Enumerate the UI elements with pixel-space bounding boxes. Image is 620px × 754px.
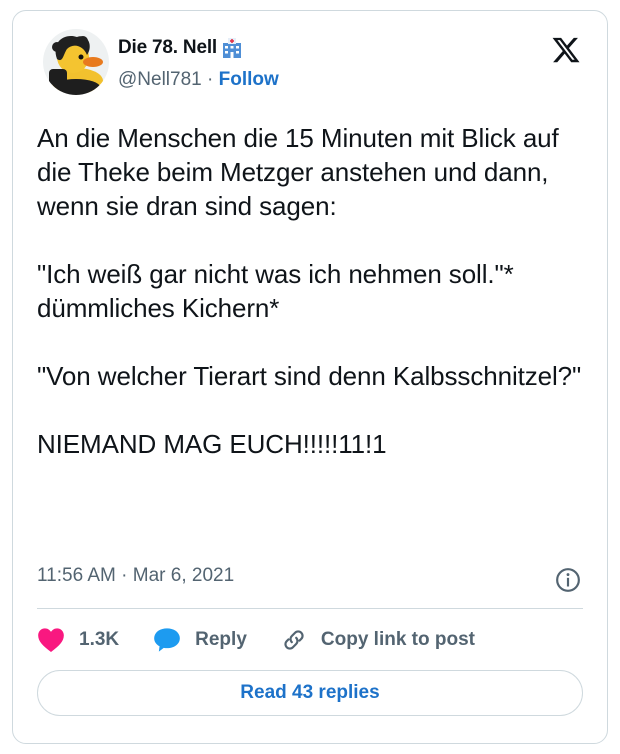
reply-label: Reply [195,629,247,650]
link-icon [284,630,304,650]
author-handle[interactable]: @Nell781 [118,69,202,90]
read-replies-button[interactable]: Read 43 replies [37,670,583,716]
hospital-building-icon [222,38,241,58]
speech-bubble-icon [154,628,180,652]
tweet-card: Die 78. Nell @Nell781 · Follow An die Me… [12,10,608,744]
tweet-timestamp[interactable]: 11:56 AM · Mar 6, 2021 [37,565,234,587]
like-count: 1.3K [79,629,120,650]
copy-link-label: Copy link to post [320,629,475,650]
heart-icon [38,628,64,653]
copy-link-button[interactable]: Copy link to post [281,627,475,653]
author-display-name[interactable]: Die 78. Nell [118,37,217,59]
action-bar: 1.3K Reply Copy link to post [37,622,509,658]
x-logo-icon[interactable] [551,35,581,65]
like-button[interactable]: 1.3K [37,627,119,653]
reply-button[interactable]: Reply [153,627,247,653]
tweet-text: An die Menschen die 15 Minuten mit Blick… [37,123,582,459]
rubber-duck-avatar-icon [43,29,109,95]
handle-separator: · [201,69,219,90]
info-icon[interactable] [555,567,581,593]
avatar[interactable] [43,29,109,95]
follow-button[interactable]: Follow [219,69,279,90]
divider [37,608,583,609]
